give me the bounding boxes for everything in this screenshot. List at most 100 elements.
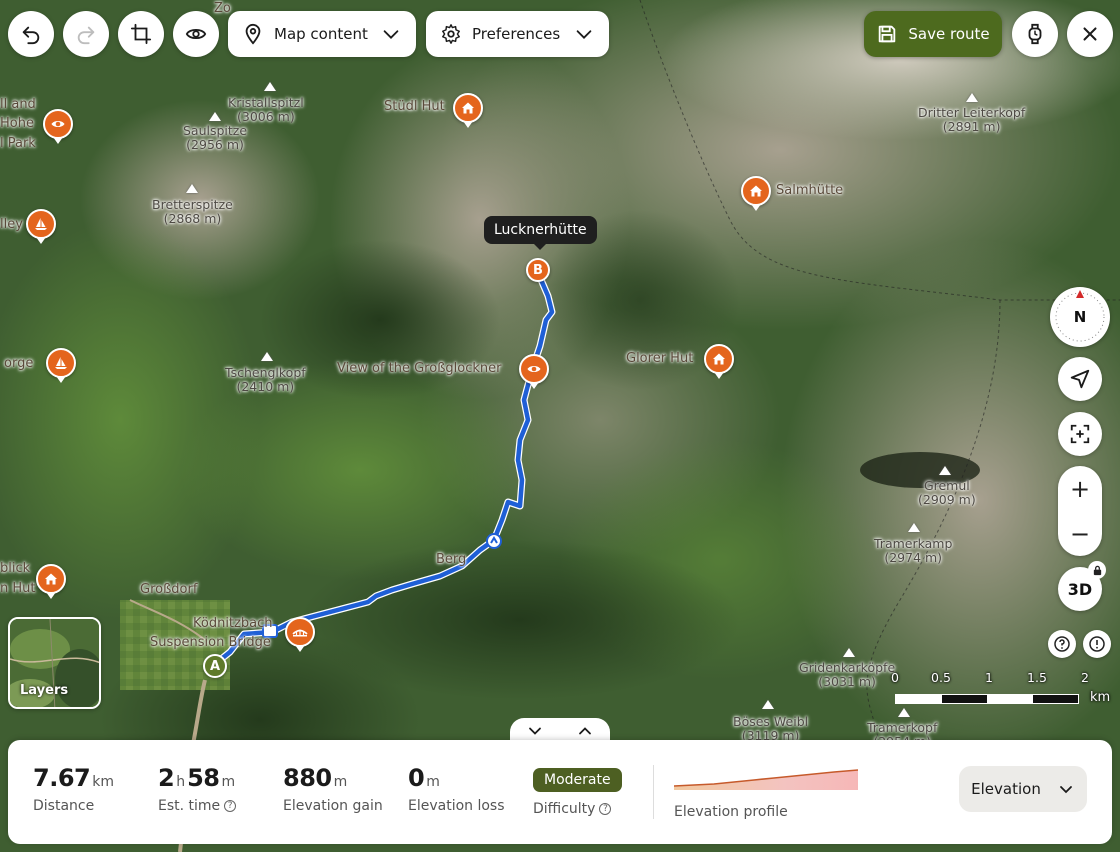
peak-icon	[908, 523, 920, 532]
map-scale: 0 0.5 1 1.5 2 km	[888, 670, 1120, 710]
report-button[interactable]	[1083, 630, 1111, 658]
save-route-button[interactable]: Save route	[864, 11, 1002, 57]
gear-icon	[442, 24, 460, 44]
compass-north-label: N	[1073, 308, 1087, 326]
loss-label: Elevation loss	[408, 798, 505, 814]
info-icon[interactable]: ?	[599, 803, 612, 815]
help-button[interactable]	[1048, 630, 1076, 658]
label-edge-1: ll and	[0, 97, 36, 112]
house-icon	[462, 102, 474, 114]
close-icon	[1083, 27, 1097, 41]
stat-time: 2 h58 m Est. time?	[158, 764, 237, 814]
map-content-label: Map content	[274, 25, 368, 43]
peak-icon	[261, 352, 273, 361]
distance-unit: km	[92, 774, 114, 790]
viewpoint-poi-grossglockner[interactable]	[519, 354, 549, 389]
peak-icon	[186, 184, 198, 193]
preferences-dropdown[interactable]: Preferences	[426, 11, 609, 57]
scale-tick: 2	[1081, 670, 1089, 685]
gain-unit: m	[333, 774, 348, 790]
map-content-dropdown[interactable]: Map content	[228, 11, 416, 57]
stat-distance: 7.67 km Distance	[33, 764, 114, 814]
distance-label: Distance	[33, 798, 95, 814]
fit-route-button[interactable]	[1058, 412, 1102, 456]
house-icon	[750, 185, 762, 197]
map-pin-icon	[245, 23, 261, 45]
house-icon	[45, 573, 57, 585]
zoom-in-button[interactable]: +	[1058, 466, 1102, 511]
layers-button[interactable]: Layers	[8, 617, 101, 709]
difficulty-label: Difficulty	[533, 801, 596, 817]
lock-icon	[1093, 565, 1101, 575]
watch-sync-button[interactable]	[1012, 11, 1058, 57]
stat-elevation-gain: 880 m Elevation gain	[283, 764, 383, 814]
undo-button[interactable]	[8, 11, 54, 57]
stat-difficulty: Moderate Difficulty?	[533, 766, 622, 817]
label-edge-top: Zo	[214, 1, 231, 16]
chevron-down-icon	[529, 727, 541, 735]
compass-button[interactable]: N	[1050, 287, 1110, 347]
alert-icon	[1089, 636, 1105, 652]
question-icon	[1054, 636, 1070, 652]
peak-boses-weibl: Böses Weibl (3119 m)	[733, 714, 809, 743]
peak-gremul: Gremul (2909 m)	[918, 478, 976, 507]
focus-frame-icon	[1070, 424, 1090, 444]
elevation-select[interactable]: Elevation	[959, 766, 1087, 812]
time-label: Est. time	[158, 798, 221, 814]
time-hours: 2	[158, 764, 175, 792]
label-glorer-hut: Glorer Hut	[626, 351, 694, 366]
scale-tick: 0.5	[931, 670, 951, 685]
hut-poi-salmhutte[interactable]	[741, 176, 771, 211]
elevation-profile[interactable]: Elevation profile	[673, 766, 859, 820]
route-start-marker[interactable]: A	[203, 654, 227, 678]
crop-icon	[130, 23, 152, 45]
label-edge-3: l Park	[0, 136, 36, 151]
difficulty-badge: Moderate	[533, 768, 622, 792]
sailboat-icon	[55, 357, 67, 369]
route-stats-panel: 7.67 km Distance 2 h58 m Est. time? 880 m El…	[8, 740, 1112, 844]
loss-value: 0	[408, 764, 425, 792]
peak-tschenglkopf: Tschenglkopf (2410 m)	[225, 365, 306, 394]
label-edge-orge: orge	[4, 356, 34, 371]
distance-value: 7.67	[33, 764, 91, 792]
gain-value: 880	[283, 764, 332, 792]
peak-icon	[264, 82, 276, 91]
time-hours-unit: h	[176, 774, 186, 790]
time-minutes: 58	[187, 764, 220, 792]
peak-tramerkamp: Tramerkamp (2974 m)	[874, 536, 953, 565]
label-edge-blick: blick	[0, 561, 31, 576]
elevation-profile-label: Elevation profile	[674, 804, 788, 820]
undo-icon	[22, 26, 40, 45]
label-edge-hut: n Hut	[0, 581, 36, 596]
hut-poi-glorer[interactable]	[704, 344, 734, 379]
route-end-marker[interactable]: B	[526, 258, 550, 282]
chevron-down-icon	[1059, 786, 1072, 794]
boat-poi-edge[interactable]	[26, 209, 56, 244]
peak-kristallspitzl: Kristallspitzl (3006 m)	[228, 95, 304, 124]
close-button[interactable]	[1067, 11, 1113, 57]
locate-button[interactable]	[1058, 357, 1102, 401]
bridge-poi-suspension[interactable]	[285, 617, 315, 652]
redo-button[interactable]	[63, 11, 109, 57]
label-salmhutte: Salmhütte	[776, 183, 844, 198]
peak-icon	[762, 700, 774, 709]
chevron-down-icon	[576, 30, 592, 39]
crop-button[interactable]	[118, 11, 164, 57]
hut-poi-studl[interactable]	[453, 93, 483, 128]
lock-badge	[1088, 561, 1106, 579]
label-kodnitzbach: Ködnitzbach	[193, 616, 273, 631]
label-view-grossglockner: View of the Großglockner	[337, 361, 502, 376]
label-edge-alley: lley	[0, 217, 23, 232]
visibility-button[interactable]	[173, 11, 219, 57]
info-icon[interactable]: ?	[224, 800, 237, 812]
zoom-out-button[interactable]: −	[1058, 511, 1102, 556]
layers-label: Layers	[20, 683, 69, 698]
eye-icon	[51, 121, 65, 127]
house-icon	[713, 353, 725, 365]
peak-icon	[209, 112, 221, 121]
hut-poi-edge[interactable]	[36, 564, 66, 599]
gain-label: Elevation gain	[283, 798, 383, 814]
boat-poi-gorge[interactable]	[46, 348, 76, 383]
loss-unit: m	[426, 774, 440, 790]
viewpoint-poi-edge[interactable]	[43, 109, 73, 144]
